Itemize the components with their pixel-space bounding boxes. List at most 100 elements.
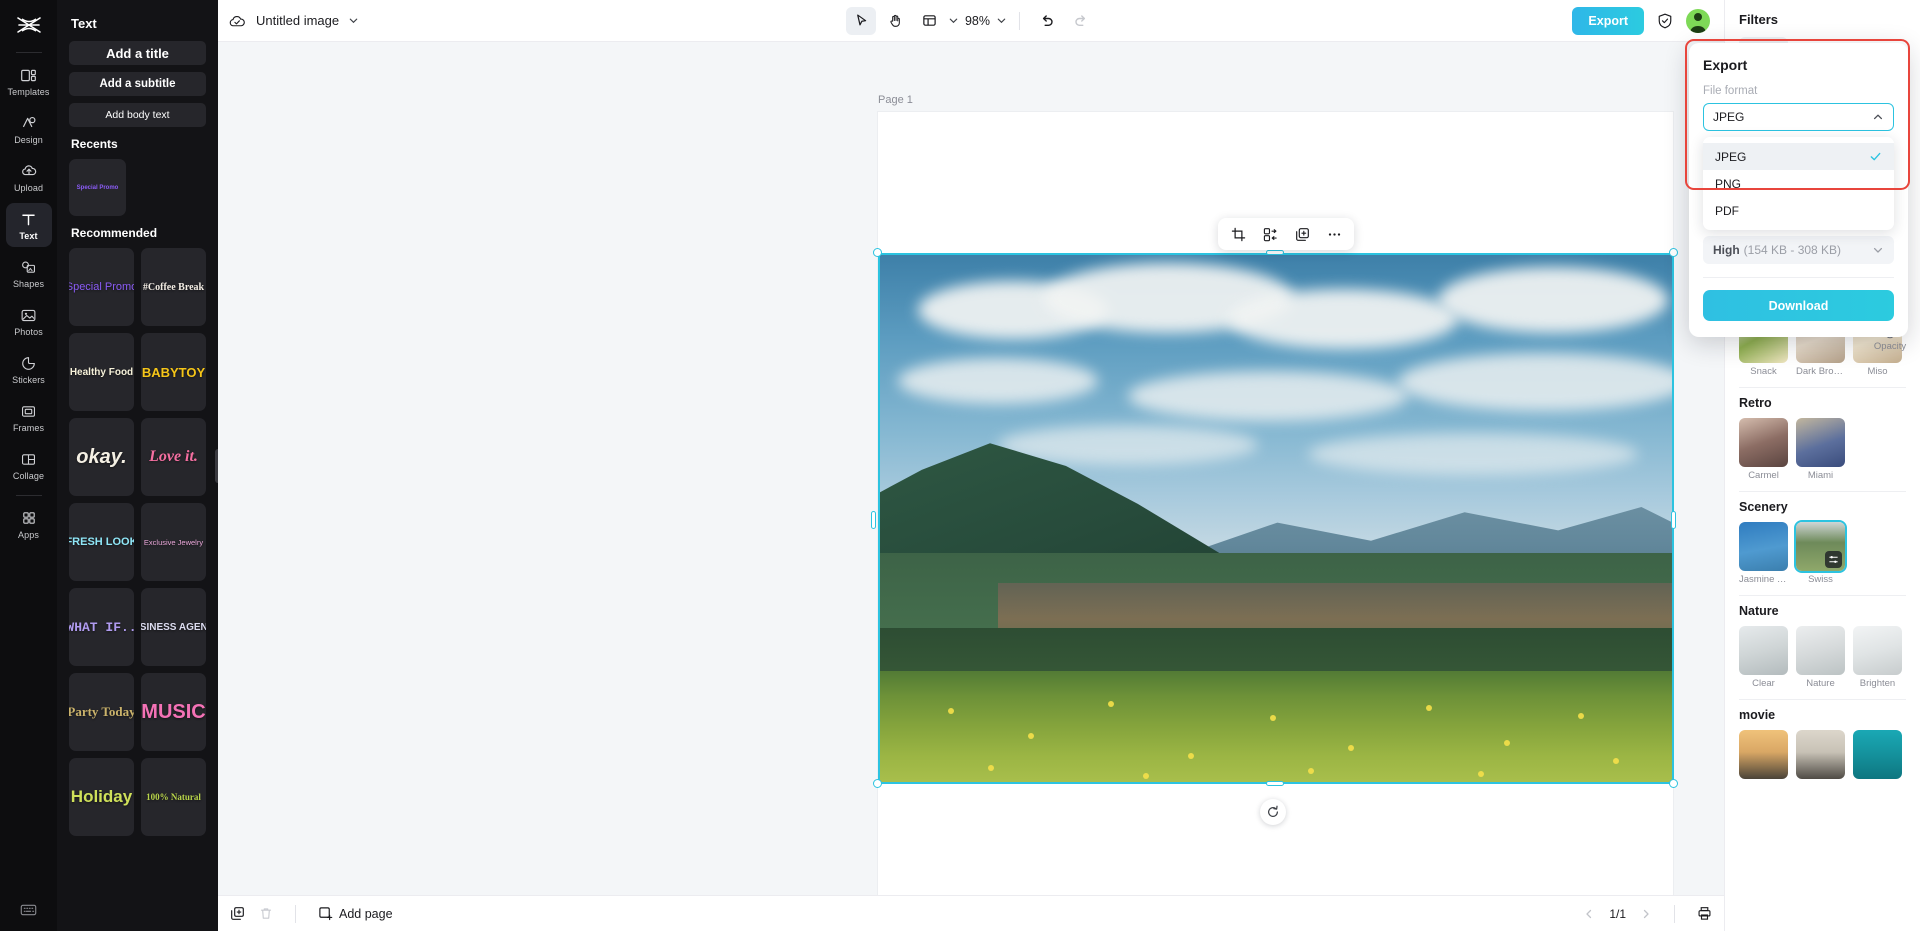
sidebar-item-stickers[interactable]: Stickers (6, 347, 52, 391)
text-template-card[interactable]: WHAT IF.. (69, 588, 134, 666)
filter-thumbnail (1796, 522, 1845, 571)
layout-chevron-icon[interactable] (948, 15, 959, 26)
sidebar-item-upload[interactable]: Upload (6, 155, 52, 199)
user-avatar[interactable] (1686, 8, 1710, 33)
text-template-card[interactable]: Special Promo (69, 248, 134, 326)
duplicate-button[interactable] (1288, 221, 1316, 247)
filter-item[interactable] (1739, 730, 1788, 782)
text-template-card[interactable]: MUSIC (141, 673, 206, 751)
export-button[interactable]: Export (1572, 6, 1644, 35)
filter-item[interactable]: Carmel (1739, 418, 1788, 481)
resize-handle-bottom-left[interactable] (873, 779, 882, 788)
next-page-button[interactable] (1640, 908, 1652, 920)
bottom-bar: Add page 1/1 (218, 895, 1724, 931)
filter-item[interactable]: Clear (1739, 626, 1788, 689)
sidebar-item-templates[interactable]: Templates (6, 59, 52, 103)
hand-icon (887, 13, 902, 28)
sidebar-item-apps[interactable]: Apps (6, 502, 52, 546)
sidebar-item-frames[interactable]: Frames (6, 395, 52, 439)
flower-dot (1426, 705, 1432, 711)
text-template-card[interactable]: 100% Natural (141, 758, 206, 836)
text-template-card[interactable]: Holiday (69, 758, 134, 836)
more-options-button[interactable] (1320, 221, 1348, 247)
stickers-icon (20, 353, 37, 373)
sidebar-item-shapes[interactable]: Shapes (6, 251, 52, 295)
hand-tool-button[interactable] (880, 7, 910, 35)
sidebar-item-collage[interactable]: Collage (6, 443, 52, 487)
cloud-shape (1308, 433, 1638, 475)
canvas-area[interactable]: Page 1 (218, 42, 1724, 895)
sidebar-item-text[interactable]: Text (5, 203, 52, 247)
filter-caption: Swiss (1808, 574, 1833, 585)
text-template-card[interactable]: Love it. (141, 418, 206, 496)
filter-caption: Brighten (1859, 678, 1896, 689)
filter-item[interactable]: Miami (1796, 418, 1845, 481)
quality-select[interactable]: High (154 KB - 308 KB) (1703, 236, 1894, 264)
redo-button[interactable] (1066, 7, 1096, 35)
recent-text-card[interactable]: Special Promo (69, 159, 126, 216)
crop-button[interactable] (1224, 221, 1252, 247)
add-page-button[interactable]: Add page (318, 906, 393, 921)
filter-item[interactable]: Nature (1796, 626, 1845, 689)
delete-page-button[interactable] (259, 906, 273, 921)
resize-handle-top-right[interactable] (1669, 248, 1678, 257)
download-button[interactable]: Download (1703, 290, 1894, 321)
file-format-option[interactable]: PDF (1703, 197, 1894, 224)
text-template-label: BABYTOY (141, 364, 206, 380)
select-tool-button[interactable] (845, 6, 876, 35)
shapes-icon (20, 257, 37, 277)
print-button[interactable] (1697, 906, 1712, 921)
text-template-card[interactable]: BABYTOY (141, 333, 206, 411)
sidebar-item-photos[interactable]: Photos (6, 299, 52, 343)
shield-check-icon[interactable] (1656, 12, 1674, 30)
add-subtitle-button[interactable]: Add a subtitle (69, 72, 206, 96)
duplicate-page-button[interactable] (230, 906, 245, 921)
filter-item[interactable]: Brighten (1853, 626, 1902, 689)
text-template-card[interactable]: Healthy Food (69, 333, 134, 411)
resize-handle-top-left[interactable] (873, 248, 882, 257)
text-template-card[interactable]: #Coffee Break (141, 248, 206, 326)
resize-handle-right[interactable] (1671, 511, 1676, 529)
resize-handle-top[interactable] (1266, 250, 1284, 255)
text-template-card[interactable]: Exclusive Jewelry (141, 503, 206, 581)
zoom-level[interactable]: 98% (965, 14, 990, 28)
filter-item[interactable] (1853, 730, 1902, 782)
text-template-card[interactable]: Party Today (69, 673, 134, 751)
sidebar-item-design[interactable]: Design (6, 107, 52, 151)
filter-item[interactable] (1796, 730, 1845, 782)
chevron-down-icon[interactable] (348, 15, 359, 26)
text-template-card[interactable]: BUSINESS AGENCY (141, 588, 206, 666)
file-format-label: File format (1703, 85, 1758, 97)
canvas-tools: 98% (845, 6, 1096, 35)
zoom-chevron-icon[interactable] (996, 15, 1007, 26)
app-root: Templates Design Upload Text Shapes Phot… (0, 0, 1920, 931)
sidebar-label: Design (14, 135, 43, 145)
replace-image-button[interactable] (1256, 221, 1284, 247)
text-template-card[interactable]: FRESH LOOK (69, 503, 134, 581)
filter-adjust-icon[interactable] (1825, 551, 1842, 568)
canvas-image[interactable] (878, 253, 1673, 784)
crop-icon (1231, 227, 1246, 242)
prev-page-button[interactable] (1583, 908, 1595, 920)
sidebar-label: Collage (12, 471, 45, 481)
layout-tool-button[interactable] (914, 7, 944, 35)
resize-handle-left[interactable] (871, 511, 876, 529)
text-template-card[interactable]: okay. (69, 418, 134, 496)
export-popover-title: Export (1703, 57, 1748, 73)
capcut-logo-icon[interactable] (12, 8, 46, 42)
filter-thumbnail (1739, 522, 1788, 571)
add-body-text-button[interactable]: Add body text (69, 103, 206, 127)
resize-handle-bottom-right[interactable] (1669, 779, 1678, 788)
file-format-option[interactable]: PNG (1703, 170, 1894, 197)
opacity-label: Opacity (1873, 341, 1907, 352)
file-format-option[interactable]: JPEG (1703, 143, 1894, 170)
filter-item[interactable]: Jasmine Tea (1739, 522, 1788, 585)
add-title-button[interactable]: Add a title (69, 41, 206, 65)
keyboard-shortcut-icon[interactable] (20, 903, 37, 917)
resize-handle-bottom[interactable] (1266, 781, 1284, 786)
undo-button[interactable] (1032, 7, 1062, 35)
file-format-select[interactable]: JPEG (1703, 103, 1894, 131)
rotate-handle[interactable] (1260, 799, 1286, 825)
filter-item[interactable]: Swiss (1796, 522, 1845, 585)
document-title-control[interactable]: Untitled image (228, 13, 359, 29)
